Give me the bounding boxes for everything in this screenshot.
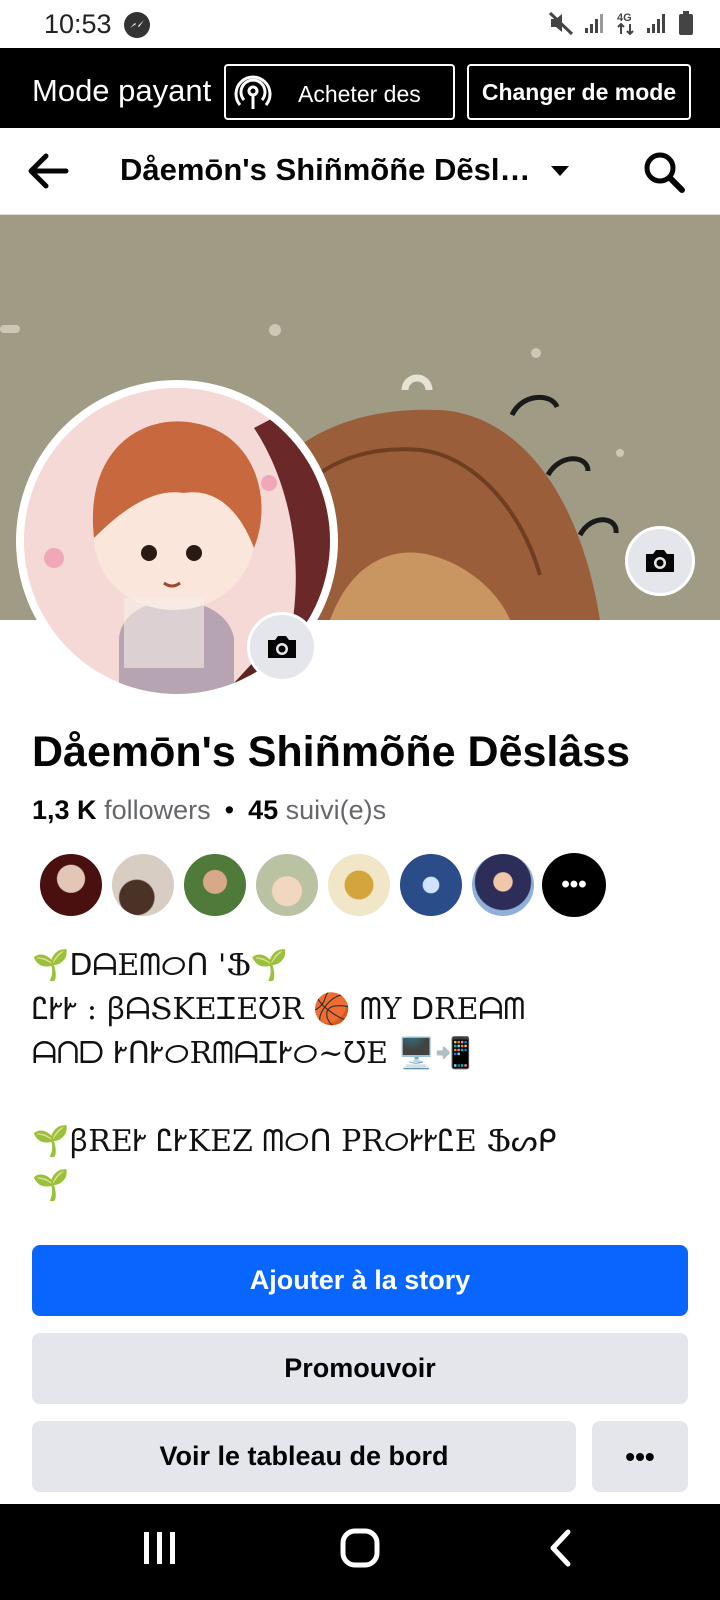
friend-avatar[interactable] (254, 852, 320, 918)
paid-mode-label: Mode payant (32, 73, 212, 108)
edit-avatar-camera-icon[interactable] (247, 612, 317, 682)
status-bar: 10:53 4G (0, 0, 720, 48)
friend-avatar[interactable] (326, 852, 392, 918)
more-options-button[interactable]: ••• (592, 1421, 688, 1492)
more-friends-button[interactable]: ••• (542, 853, 606, 917)
caret-down-icon[interactable] (550, 164, 570, 183)
buy-data-label: Acheter des (298, 81, 421, 107)
add-to-story-button[interactable]: Ajouter à la story (32, 1245, 688, 1316)
friend-avatar[interactable] (38, 852, 104, 918)
search-icon[interactable] (642, 150, 686, 199)
system-nav-bar (0, 1504, 720, 1600)
followers-label[interactable]: followers (104, 795, 211, 825)
paid-mode-bar: Mode payant Acheter des Changer de mode (0, 48, 720, 128)
broadcast-icon (234, 74, 272, 117)
mute-icon (548, 11, 574, 36)
edit-cover-camera-icon[interactable] (625, 526, 695, 596)
stats-separator: • (224, 795, 235, 825)
status-icons: 4G (548, 10, 694, 36)
4g-icon: 4G (617, 12, 634, 36)
page-title[interactable]: Dåemōn's Shiñmõñe Dẽslâss (120, 152, 540, 188)
signal-icon (647, 14, 665, 33)
back-arrow-icon[interactable] (24, 148, 70, 199)
status-time: 10:53 (44, 9, 112, 39)
following-count[interactable]: 45 (248, 795, 278, 825)
dashboard-button[interactable]: Voir le tableau de bord (32, 1421, 576, 1492)
followers-count[interactable]: 1,3 K (32, 795, 97, 825)
buy-data-button[interactable]: Acheter des (224, 64, 455, 120)
profile-name: Dåemōn's Shiñmõñe Dẽslâss (32, 728, 631, 776)
home-icon[interactable] (340, 1528, 380, 1573)
profile-bio: 🌱ᗞᗩEᗰᝪᑎ 'Ֆ🌱 ᏝᎨᎨ : ꞵᗩՏKEᏆEᘮR 🏀 ᗰY ᗞREᗩᗰ ᗩ… (32, 948, 557, 1203)
messenger-icon (124, 12, 150, 38)
change-mode-button[interactable]: Changer de mode (467, 64, 691, 120)
signal-icon (585, 14, 603, 33)
following-label[interactable]: suivi(e)s (286, 795, 387, 825)
back-icon[interactable] (548, 1528, 574, 1573)
top-nav: Dåemōn's Shiñmõñe Dẽslâss (0, 128, 720, 215)
promote-button[interactable]: Promouvoir (32, 1333, 688, 1404)
svg-text:4G: 4G (617, 12, 632, 24)
friend-avatar[interactable] (110, 852, 176, 918)
friend-avatars: ••• (38, 852, 606, 918)
friend-avatar[interactable] (182, 852, 248, 918)
friend-avatar[interactable] (398, 852, 464, 918)
recent-apps-icon[interactable] (142, 1528, 178, 1573)
friend-avatar[interactable] (470, 852, 536, 918)
profile-stats: 1,3 K followers • 45 suivi(e)s (32, 795, 386, 826)
battery-icon (679, 11, 693, 35)
